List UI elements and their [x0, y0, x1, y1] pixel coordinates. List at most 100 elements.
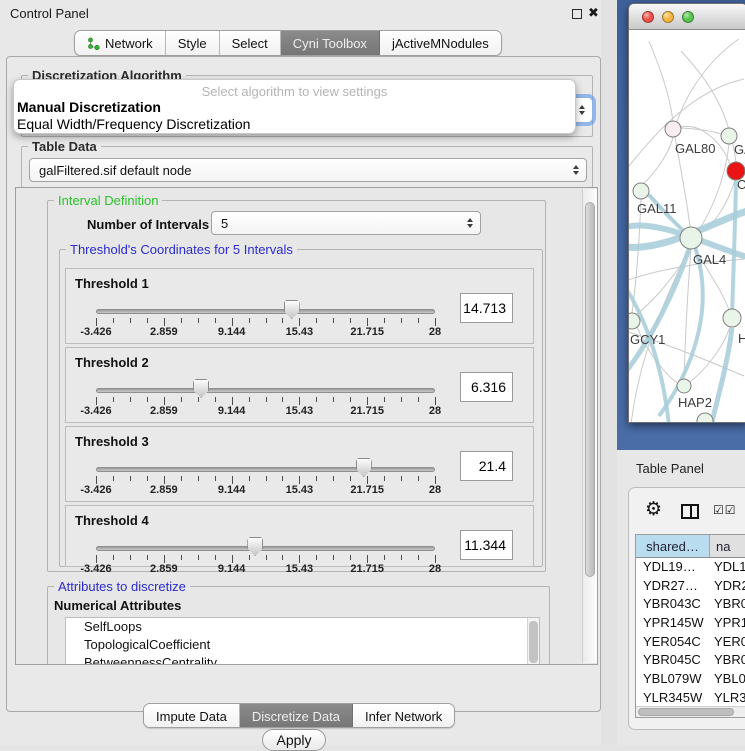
- network-node-gal4[interactable]: [680, 227, 702, 249]
- scrollbar-thumb[interactable]: [638, 708, 734, 716]
- network-node[interactable]: [697, 413, 713, 423]
- slider-tick: [164, 397, 165, 405]
- column-checkboxes-icon[interactable]: ☑☑: [713, 503, 737, 517]
- scrollbar-thumb[interactable]: [529, 621, 538, 663]
- horizontal-scrollbar[interactable]: [636, 706, 745, 717]
- slider-tick: [232, 318, 233, 326]
- network-canvas[interactable]: GAL80GACGAL11GAL4GCY1HHAP2: [629, 31, 745, 423]
- network-node-gal11[interactable]: [633, 183, 649, 199]
- split-columns-icon[interactable]: [681, 504, 699, 519]
- slider-tick: [333, 397, 334, 402]
- cell-shared-name: YBR043C: [636, 595, 710, 614]
- network-edge[interactable]: [635, 249, 691, 315]
- network-edge[interactable]: [681, 128, 721, 134]
- number-of-intervals-combobox[interactable]: 5: [211, 211, 481, 235]
- threshold-value-field[interactable]: 6.316: [460, 372, 513, 402]
- close-icon[interactable]: ✖: [588, 5, 599, 21]
- network-edge-thick[interactable]: [732, 181, 736, 317]
- tab-label: Select: [232, 36, 268, 51]
- gear-icon[interactable]: ⚙: [645, 498, 662, 521]
- table-row[interactable]: YDR27…YDR2: [636, 577, 745, 596]
- threshold-label: Threshold 3: [75, 434, 149, 449]
- network-window-titlebar[interactable]: [629, 4, 745, 30]
- slider-thumb[interactable]: [247, 537, 263, 556]
- network-edge-thick[interactable]: [711, 328, 732, 423]
- table-row[interactable]: YPR145WYPR1: [636, 614, 745, 633]
- table-row[interactable]: YBL079WYBL0: [636, 670, 745, 689]
- tab-discretize-data[interactable]: Discretize Data: [240, 704, 353, 728]
- thresholds-group: Threshold's Coordinates for 5 Intervals …: [59, 249, 543, 567]
- tab-infer-network[interactable]: Infer Network: [353, 704, 454, 728]
- column-header-name[interactable]: na: [710, 535, 745, 557]
- table-row[interactable]: YDL19…YDL1: [636, 558, 745, 577]
- slider-tick-label: 2.859: [134, 563, 194, 575]
- slider-track[interactable]: [96, 546, 435, 551]
- network-edge[interactable]: [677, 39, 739, 122]
- slider-thumb[interactable]: [356, 458, 372, 477]
- tab-cyni-toolbox[interactable]: Cyni Toolbox: [281, 31, 380, 55]
- network-node-hap2[interactable]: [677, 379, 691, 393]
- slider-tick-label: 28: [405, 563, 465, 575]
- zoom-traffic-light-icon[interactable]: [682, 11, 694, 23]
- slider-tick: [401, 476, 402, 481]
- panel-divider[interactable]: [601, 0, 617, 745]
- network-node-gal80[interactable]: [665, 121, 681, 137]
- threshold-value-field[interactable]: 14.713: [460, 293, 513, 323]
- apply-button[interactable]: Apply: [262, 729, 326, 751]
- list-scrollbar[interactable]: [527, 618, 539, 665]
- threshold-value-field[interactable]: 21.4: [460, 451, 513, 481]
- attribute-list-item[interactable]: BetweennessCentrality: [66, 654, 539, 665]
- slider-tick: [249, 397, 250, 402]
- popup-option-equal-width-frequency[interactable]: Equal Width/Frequency Discretization: [17, 116, 250, 132]
- network-node-gcy1[interactable]: [629, 313, 640, 329]
- slider-track[interactable]: [96, 309, 435, 314]
- tab-jactivemnodules[interactable]: jActiveMNodules: [380, 31, 501, 55]
- popup-option-manual-discretization[interactable]: Manual Discretization: [17, 99, 161, 115]
- slider-tick: [164, 555, 165, 563]
- network-edge[interactable]: [649, 41, 673, 121]
- algorithm-dropdown-popup: Select algorithm to view settings Manual…: [13, 79, 576, 134]
- threshold-value-field[interactable]: 11.344: [460, 530, 513, 560]
- slider-tick: [96, 555, 97, 563]
- column-header-shared-name[interactable]: shared…: [636, 535, 710, 557]
- cell-shared-name: YLR345W: [636, 689, 710, 708]
- close-traffic-light-icon[interactable]: [642, 11, 654, 23]
- numerical-attributes-list[interactable]: SelfLoopsTopologicalCoefficientBetweenne…: [65, 617, 540, 665]
- tab-impute-data[interactable]: Impute Data: [144, 704, 240, 728]
- slider-tick-label: 21.715: [337, 563, 397, 575]
- slider-tick: [266, 318, 267, 323]
- slider-track[interactable]: [96, 388, 435, 393]
- cell-shared-name: YER054C: [636, 633, 710, 652]
- slider-track[interactable]: [96, 467, 435, 472]
- tab-network[interactable]: Network: [75, 31, 166, 55]
- table-data-combobox[interactable]: galFiltered.sif default node: [29, 158, 587, 182]
- cell-name: YBR0: [710, 651, 745, 670]
- network-edge[interactable]: [632, 199, 641, 313]
- node-label: GAL80: [675, 141, 715, 156]
- cell-shared-name: YBL079W: [636, 670, 710, 689]
- float-window-icon[interactable]: [572, 9, 582, 19]
- network-node-h[interactable]: [723, 309, 741, 327]
- slider-tick: [96, 318, 97, 326]
- attribute-list-item[interactable]: TopologicalCoefficient: [66, 636, 539, 654]
- table-row[interactable]: YER054CYER0: [636, 633, 745, 652]
- slider-tick: [147, 476, 148, 481]
- minimize-traffic-light-icon[interactable]: [662, 11, 674, 23]
- slider-thumb[interactable]: [193, 379, 209, 398]
- attribute-list-item[interactable]: SelfLoops: [66, 618, 539, 636]
- table-header-row: shared… na: [636, 535, 745, 558]
- cell-shared-name: YPR145W: [636, 614, 710, 633]
- slider-tick: [333, 555, 334, 560]
- slider-thumb[interactable]: [284, 300, 300, 319]
- slider-tick-label: -3.426: [66, 405, 126, 417]
- combo-stepper-icon: [573, 159, 579, 181]
- network-view-window[interactable]: GAL80GACGAL11GAL4GCY1HHAP2: [628, 3, 745, 423]
- table-row[interactable]: YBR043CYBR0: [636, 595, 745, 614]
- scrollbar-thumb[interactable]: [585, 202, 595, 577]
- table-row[interactable]: YBR045CYBR0: [636, 651, 745, 670]
- tab-select[interactable]: Select: [220, 31, 281, 55]
- table-row[interactable]: YLR345WYLR3: [636, 689, 745, 708]
- vertical-scrollbar[interactable]: [582, 189, 597, 663]
- tab-style[interactable]: Style: [166, 31, 220, 55]
- slider-tick-label: 9.144: [202, 405, 262, 417]
